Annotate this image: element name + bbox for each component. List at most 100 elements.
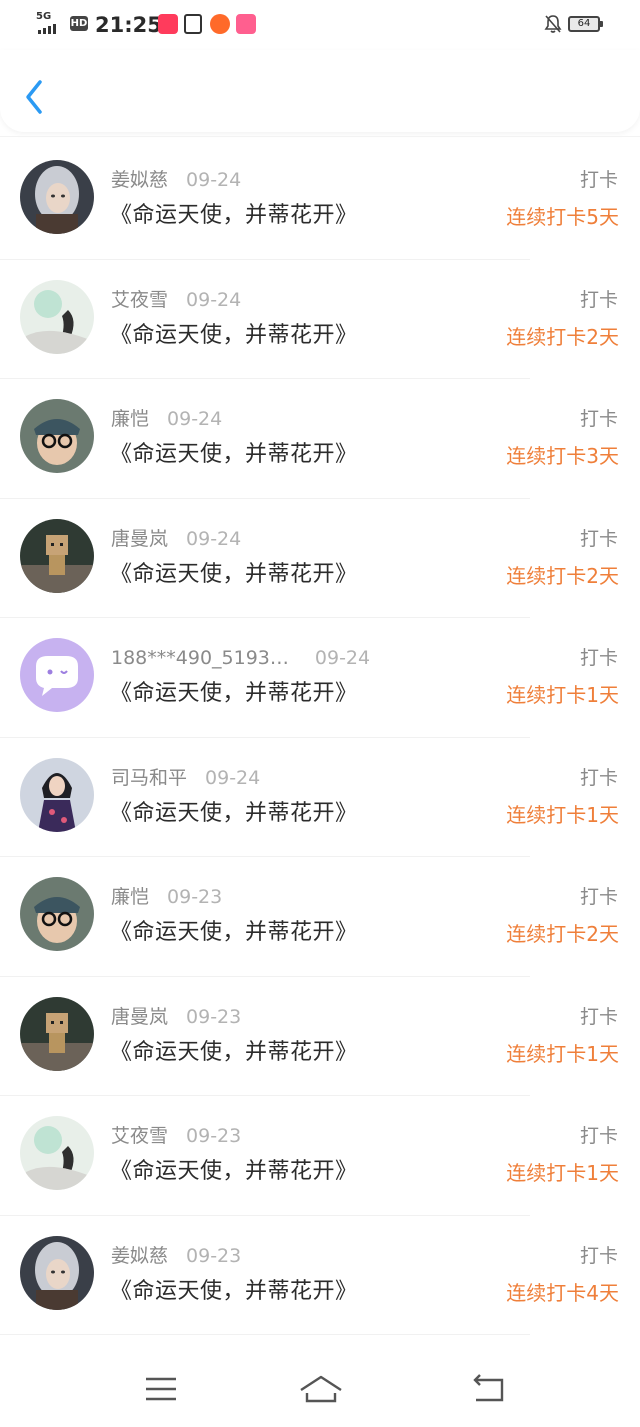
battery-indicator: 64 bbox=[568, 16, 603, 32]
menu-button[interactable] bbox=[140, 1372, 184, 1406]
app-notification-icon bbox=[158, 14, 178, 34]
checkin-date: 09-24 bbox=[186, 527, 242, 550]
checkin-date: 09-24 bbox=[205, 766, 261, 789]
back-nav-button[interactable] bbox=[468, 1372, 512, 1406]
user-name-text: 唐曼岚 bbox=[111, 1005, 169, 1028]
streak-label: 连续打卡4天 bbox=[506, 1280, 619, 1305]
status-bar: 5G HD 21:25 64 bbox=[0, 0, 640, 50]
streak-label: 连续打卡5天 bbox=[506, 205, 619, 229]
user-name: 姜姒慈 09-23 bbox=[111, 1243, 241, 1269]
system-nav-bar bbox=[0, 1352, 640, 1427]
user-name: 艾夜雪 09-23 bbox=[111, 1123, 241, 1149]
user-name: 姜姒慈 09-24 bbox=[111, 167, 241, 193]
streak-label: 连续打卡3天 bbox=[506, 444, 619, 468]
network-type: 5G bbox=[36, 11, 52, 22]
list-item[interactable]: 廉恺 09-23 《命运天使，并蒂花开》 打卡连续打卡2天 bbox=[0, 857, 640, 977]
avatar[interactable] bbox=[20, 399, 94, 473]
user-name-text: 司马和平 bbox=[111, 766, 188, 789]
app-notification-icon bbox=[210, 14, 230, 34]
checkin-date: 09-23 bbox=[186, 1005, 242, 1028]
checkin-action-label: 打卡 bbox=[579, 1125, 618, 1147]
list-item[interactable]: 唐曼岚 09-24 《命运天使，并蒂花开》 打卡连续打卡2天 bbox=[0, 499, 640, 618]
back-button[interactable] bbox=[18, 76, 52, 118]
clock: 21:25 bbox=[95, 13, 162, 37]
user-name-text: 姜姒慈 bbox=[111, 1244, 169, 1267]
user-name-text: 廉恺 bbox=[111, 408, 150, 430]
checkin-action-label: 打卡 bbox=[579, 527, 618, 550]
list-item[interactable]: 廉恺 09-24 《命运天使，并蒂花开》 打卡连续打卡3天 bbox=[0, 379, 640, 499]
checkin-date: 09-24 bbox=[186, 169, 242, 191]
checkin-action-label: 打卡 bbox=[579, 766, 618, 789]
list-item[interactable]: 188***490_5193… 09-24 《命运天使，并蒂花开》 打卡连续打卡1天 bbox=[0, 618, 640, 738]
divider bbox=[0, 1334, 530, 1335]
user-name: 司马和平 09-24 bbox=[111, 765, 260, 791]
book-title: 《命运天使，并蒂花开》 bbox=[110, 561, 358, 587]
streak-label: 连续打卡2天 bbox=[506, 922, 619, 946]
book-title: 《命运天使，并蒂花开》 bbox=[110, 322, 358, 348]
avatar[interactable] bbox=[20, 1116, 94, 1190]
user-name: 艾夜雪 09-24 bbox=[111, 287, 241, 313]
streak-label: 连续打卡1天 bbox=[506, 802, 619, 827]
streak-label: 连续打卡1天 bbox=[506, 1041, 619, 1066]
home-icon bbox=[300, 1375, 342, 1403]
home-button[interactable] bbox=[298, 1372, 344, 1406]
avatar[interactable] bbox=[20, 638, 94, 712]
list-item[interactable]: 艾夜雪 09-24 《命运天使，并蒂花开》 打卡 连续打卡2天 bbox=[0, 260, 640, 379]
list-item[interactable]: 司马和平 09-24 《命运天使，并蒂花开》 打卡连续打卡1天 bbox=[0, 738, 640, 857]
book-title: 《命运天使，并蒂花开》 bbox=[110, 681, 358, 706]
book-title: 《命运天使，并蒂花开》 bbox=[110, 1278, 358, 1304]
user-name-text: 188***490_5193… bbox=[111, 647, 289, 669]
streak-label: 连续打卡1天 bbox=[506, 683, 619, 707]
checkin-date: 09-24 bbox=[167, 408, 223, 430]
avatar[interactable] bbox=[20, 279, 94, 354]
avatar[interactable] bbox=[20, 877, 94, 951]
user-name-text: 艾夜雪 bbox=[111, 288, 169, 311]
avatar[interactable] bbox=[20, 757, 94, 832]
app-notification-icon bbox=[184, 14, 202, 34]
hd-badge: HD bbox=[70, 16, 88, 31]
list-item[interactable]: 唐曼岚 09-23 《命运天使，并蒂花开》 打卡连续打卡1天 bbox=[0, 977, 640, 1096]
book-title: 《命运天使，并蒂花开》 bbox=[110, 920, 358, 945]
streak-label: 连续打卡1天 bbox=[506, 1161, 619, 1185]
signal-icon: 5G bbox=[36, 12, 66, 34]
avatar[interactable] bbox=[20, 160, 94, 234]
book-title: 《命运天使，并蒂花开》 bbox=[110, 1159, 358, 1184]
list-item[interactable]: 姜姒慈 09-24 《命运天使，并蒂花开》 打卡连续打卡5天 bbox=[0, 136, 640, 260]
user-name-text: 唐曼岚 bbox=[111, 527, 169, 550]
user-name: 唐曼岚 09-24 bbox=[111, 526, 241, 552]
checkin-action-label: 打卡 bbox=[579, 1005, 618, 1028]
checkin-date: 09-24 bbox=[314, 647, 371, 669]
checkin-action-label: 打卡 bbox=[579, 288, 618, 311]
avatar[interactable] bbox=[20, 996, 94, 1071]
checkin-action-label: 打卡 bbox=[579, 886, 618, 908]
app-notification-icon bbox=[236, 14, 256, 34]
mute-bell-icon bbox=[544, 15, 562, 33]
book-title: 《命运天使，并蒂花开》 bbox=[110, 1039, 358, 1065]
menu-icon bbox=[146, 1377, 176, 1401]
checkin-action-label: 打卡 bbox=[579, 647, 618, 669]
back-icon bbox=[473, 1374, 504, 1402]
checkin-date: 09-23 bbox=[186, 1244, 242, 1267]
divider bbox=[0, 136, 640, 137]
checkin-action-label: 打卡 bbox=[579, 1244, 618, 1267]
list-item[interactable]: 艾夜雪 09-23 《命运天使，并蒂花开》 打卡连续打卡1天 bbox=[0, 1096, 640, 1216]
user-name: 廉恺 09-23 bbox=[111, 884, 222, 910]
header-bar bbox=[0, 50, 640, 132]
checkin-action-label: 打卡 bbox=[579, 169, 618, 191]
book-title: 《命运天使，并蒂花开》 bbox=[110, 442, 358, 467]
avatar[interactable] bbox=[20, 1235, 94, 1310]
chevron-left-icon bbox=[26, 80, 42, 114]
book-title: 《命运天使，并蒂花开》 bbox=[110, 800, 358, 826]
checkin-date: 09-24 bbox=[186, 288, 242, 311]
list-item[interactable]: 姜姒慈 09-23 《命运天使，并蒂花开》 打卡连续打卡4天 bbox=[0, 1216, 640, 1335]
checkin-list: 姜姒慈 09-24 《命运天使，并蒂花开》 打卡 连续打卡5天 艾夜雪 09-24 《命运天使… bbox=[0, 136, 640, 1335]
checkin-date: 09-23 bbox=[186, 1125, 242, 1147]
user-name-text: 廉恺 bbox=[111, 886, 150, 908]
avatar[interactable] bbox=[20, 518, 94, 593]
user-name-text: 艾夜雪 bbox=[111, 1125, 169, 1147]
streak-label: 连续打卡2天 bbox=[506, 563, 619, 588]
checkin-action-label: 打卡 bbox=[579, 408, 618, 430]
user-name: 188***490_5193… 09-24 bbox=[111, 645, 370, 671]
book-title: 《命运天使，并蒂花开》 bbox=[110, 203, 358, 228]
user-name-text: 姜姒慈 bbox=[111, 169, 169, 191]
